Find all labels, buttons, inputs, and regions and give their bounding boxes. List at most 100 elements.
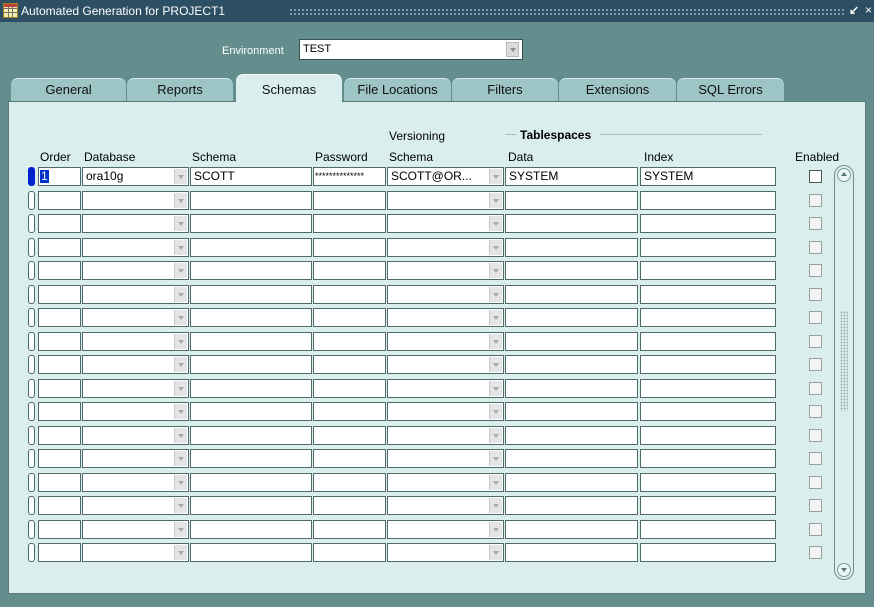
password-field[interactable] [313,402,386,421]
versioning-schema-select[interactable] [387,238,504,257]
index-tablespace-field[interactable] [640,496,776,515]
tab-general[interactable]: General [11,78,126,101]
tab-reports[interactable]: Reports [127,78,233,101]
enabled-checkbox[interactable] [809,311,822,324]
database-select[interactable]: ora10g [82,167,189,186]
scroll-down-icon[interactable] [837,563,851,577]
password-field[interactable] [313,355,386,374]
enabled-checkbox[interactable] [809,452,822,465]
index-tablespace-field[interactable] [640,308,776,327]
index-tablespace-field[interactable] [640,355,776,374]
tab-schemas[interactable]: Schemas [236,74,342,102]
vertical-scrollbar[interactable] [834,165,854,580]
data-tablespace-field[interactable] [505,332,638,351]
chevron-down-icon[interactable] [489,169,502,184]
minimize-icon[interactable]: ↙ [849,3,859,17]
data-tablespace-field[interactable] [505,426,638,445]
chevron-down-icon[interactable] [489,475,502,490]
versioning-schema-select[interactable] [387,402,504,421]
data-tablespace-field[interactable] [505,355,638,374]
index-tablespace-field[interactable] [640,285,776,304]
chevron-down-icon[interactable] [489,545,502,560]
database-select[interactable] [82,520,189,539]
enabled-checkbox[interactable] [809,546,822,559]
database-select[interactable] [82,355,189,374]
tab-sql-errors[interactable]: SQL Errors [677,78,784,101]
versioning-schema-select[interactable] [387,496,504,515]
chevron-down-icon[interactable] [489,451,502,466]
record-indicator[interactable] [28,332,35,351]
record-indicator[interactable] [28,496,35,515]
versioning-schema-select[interactable] [387,355,504,374]
chevron-down-icon[interactable] [489,522,502,537]
chevron-down-icon[interactable] [489,428,502,443]
enabled-checkbox[interactable] [809,288,822,301]
tab-filters[interactable]: Filters [452,78,558,101]
chevron-down-icon[interactable] [174,169,187,184]
password-field[interactable] [313,285,386,304]
data-tablespace-field[interactable] [505,543,638,562]
scrollbar-thumb[interactable] [840,311,848,411]
chevron-down-icon[interactable] [489,381,502,396]
index-tablespace-field[interactable] [640,426,776,445]
tab-file-locations[interactable]: File Locations [344,78,451,101]
index-tablespace-field[interactable] [640,214,776,233]
database-select[interactable] [82,214,189,233]
record-indicator[interactable] [28,543,35,562]
order-field[interactable]: 1 [38,167,81,186]
record-indicator[interactable] [28,379,35,398]
enabled-checkbox[interactable] [809,429,822,442]
data-tablespace-field[interactable] [505,214,638,233]
database-select[interactable] [82,332,189,351]
versioning-schema-select[interactable] [387,449,504,468]
data-tablespace-field[interactable] [505,496,638,515]
enabled-checkbox[interactable] [809,217,822,230]
data-tablespace-field[interactable]: SYSTEM [505,167,638,186]
chevron-down-icon[interactable] [489,216,502,231]
password-field[interactable]: ************** [313,167,386,186]
enabled-checkbox[interactable] [809,405,822,418]
order-field[interactable] [38,379,81,398]
order-field[interactable] [38,496,81,515]
record-indicator[interactable] [28,214,35,233]
schema-field[interactable] [190,308,312,327]
enabled-checkbox[interactable] [809,264,822,277]
chevron-down-icon[interactable] [489,498,502,513]
enabled-checkbox[interactable] [809,476,822,489]
chevron-down-icon[interactable] [174,334,187,349]
database-select[interactable] [82,402,189,421]
chevron-down-icon[interactable] [489,310,502,325]
database-select[interactable] [82,285,189,304]
chevron-down-icon[interactable] [489,287,502,302]
index-tablespace-field[interactable] [640,332,776,351]
database-select[interactable] [82,449,189,468]
index-tablespace-field[interactable] [640,473,776,492]
schema-field[interactable] [190,332,312,351]
chevron-down-icon[interactable] [174,498,187,513]
schema-field[interactable] [190,261,312,280]
record-indicator[interactable] [28,167,35,186]
versioning-schema-select[interactable] [387,543,504,562]
enabled-checkbox[interactable] [809,170,822,183]
index-tablespace-field[interactable] [640,261,776,280]
enabled-checkbox[interactable] [809,358,822,371]
record-indicator[interactable] [28,426,35,445]
order-field[interactable] [38,473,81,492]
versioning-schema-select[interactable] [387,426,504,445]
index-tablespace-field[interactable] [640,379,776,398]
record-indicator[interactable] [28,285,35,304]
versioning-schema-select[interactable] [387,214,504,233]
database-select[interactable] [82,473,189,492]
data-tablespace-field[interactable] [505,379,638,398]
schema-field[interactable] [190,426,312,445]
versioning-schema-select[interactable] [387,191,504,210]
order-field[interactable] [38,520,81,539]
data-tablespace-field[interactable] [505,473,638,492]
password-field[interactable] [313,496,386,515]
index-tablespace-field[interactable] [640,520,776,539]
password-field[interactable] [313,261,386,280]
database-select[interactable] [82,308,189,327]
versioning-schema-select[interactable] [387,473,504,492]
chevron-down-icon[interactable] [174,522,187,537]
versioning-schema-select[interactable] [387,261,504,280]
